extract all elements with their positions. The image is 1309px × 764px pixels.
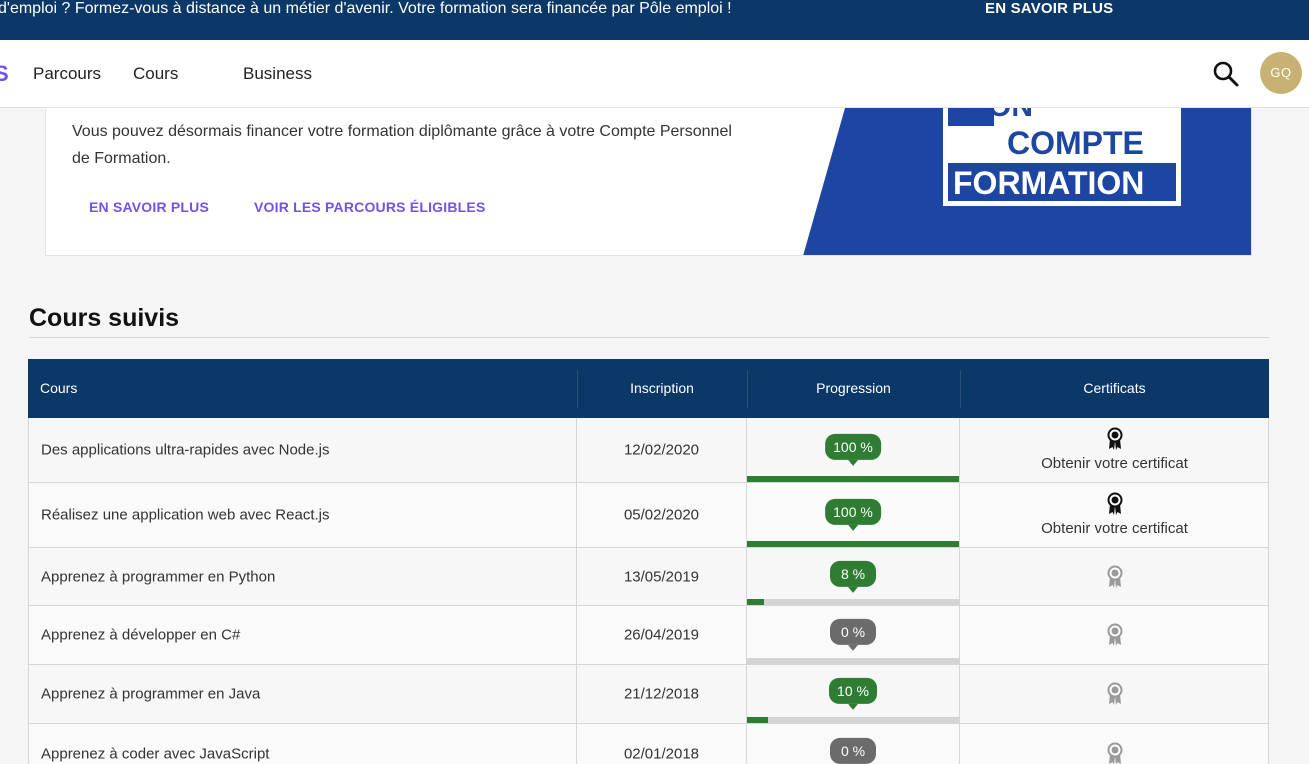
nav-link-cours[interactable]: Cours <box>133 64 178 84</box>
progress-badge: 100 % <box>825 433 881 466</box>
course-title[interactable]: Apprenez à programmer en Java <box>41 686 260 703</box>
cpf-eligible-link[interactable]: VOIR LES PARCOURS ÉLIGIBLES <box>254 199 486 215</box>
cpf-more-link[interactable]: EN SAVOIR PLUS <box>89 199 209 215</box>
progress-cell: 10 % <box>747 665 960 723</box>
course-title[interactable]: Des applications ultra-rapides avec Node… <box>41 442 329 459</box>
progress-badge: 100 % <box>825 498 881 531</box>
section-divider <box>29 337 1269 338</box>
certificate-cell <box>960 548 1269 605</box>
logo-text-mon: MON <box>963 108 1033 123</box>
header-inscription: Inscription <box>630 380 694 396</box>
table-row[interactable]: Apprenez à développer en C# 26/04/2019 0 % <box>28 606 1269 665</box>
cpf-promo-card: Vous pouvez désormais financer votre for… <box>45 108 1252 256</box>
inscription-date: 12/02/2020 <box>623 441 700 459</box>
header-progress: Progression <box>816 380 891 396</box>
section-title: Cours suivis <box>29 304 180 332</box>
award-ribbon-icon <box>1107 565 1122 588</box>
nav-link-business[interactable]: Business <box>243 64 312 84</box>
progress-bar-fill <box>747 599 764 605</box>
course-title-cell[interactable]: Apprenez à développer en C# <box>29 606 577 664</box>
progress-bar <box>747 541 959 547</box>
banner-message: d'emploi ? Formez-vous à distance à un m… <box>0 0 732 17</box>
course-title[interactable]: Réalisez une application web avec React.… <box>41 507 330 524</box>
top-banner: d'emploi ? Formez-vous à distance à un m… <box>0 0 1309 40</box>
progress-cell: 8 % <box>747 548 960 605</box>
progress-badge: 0 % <box>830 618 876 651</box>
progress-bar-fill <box>747 717 769 723</box>
course-title[interactable]: Apprenez à coder avec JavaScript <box>41 745 269 762</box>
award-ribbon-icon <box>1107 682 1122 705</box>
table-body: Des applications ultra-rapides avec Node… <box>28 418 1269 764</box>
courses-table: Cours Inscription Progression Certificat… <box>28 359 1269 764</box>
progress-badge: 8 % <box>830 560 876 593</box>
banner-more-link[interactable]: EN SAVOIR PLUS <box>985 0 1113 18</box>
mon-compte-formation-logo: MON COMPTE FORMATION <box>803 108 1251 255</box>
header-certificates: Certificats <box>1083 380 1146 396</box>
award-ribbon-icon[interactable] <box>1106 492 1124 516</box>
inscription-date: 21/12/2018 <box>623 685 700 703</box>
progress-bar-fill <box>747 541 959 547</box>
course-title-cell[interactable]: Réalisez une application web avec React.… <box>29 483 577 547</box>
course-title-cell[interactable]: Des applications ultra-rapides avec Node… <box>29 418 577 482</box>
certificate-cell <box>960 724 1269 764</box>
award-ribbon-icon[interactable] <box>1106 427 1124 451</box>
get-certificate-link[interactable]: Obtenir votre certificat <box>960 455 1269 472</box>
progress-bar <box>747 717 959 723</box>
table-header: Cours Inscription Progression Certificat… <box>28 359 1269 418</box>
cpf-description: Vous pouvez désormais financer votre for… <box>72 123 732 167</box>
progress-badge: 0 % <box>830 737 876 764</box>
progress-cell: 0 % <box>747 724 960 764</box>
inscription-date-cell: 05/02/2020 <box>577 483 747 547</box>
header-course: Cours <box>40 380 78 396</box>
award-ribbon-icon <box>1107 623 1122 646</box>
inscription-date-cell: 13/05/2019 <box>577 548 747 605</box>
course-title-cell[interactable]: Apprenez à programmer en Python <box>29 548 577 605</box>
inscription-date-cell: 21/12/2018 <box>577 665 747 723</box>
user-avatar[interactable]: GQ <box>1260 52 1302 94</box>
course-title-cell[interactable]: Apprenez à coder avec JavaScript <box>29 724 577 764</box>
search-icon[interactable] <box>1211 59 1241 89</box>
table-row[interactable]: Réalisez une application web avec React.… <box>28 483 1269 548</box>
table-row[interactable]: Apprenez à programmer en Python 13/05/201… <box>28 548 1269 606</box>
progress-cell: 100 % <box>747 483 960 547</box>
logo-text-formation: FORMATION <box>953 165 1144 201</box>
inscription-date: 02/01/2018 <box>623 745 700 762</box>
inscription-date-cell: 26/04/2019 <box>577 606 747 664</box>
certificate-cell <box>960 665 1269 723</box>
get-certificate-link[interactable]: Obtenir votre certificat <box>960 520 1269 537</box>
progress-bar <box>747 658 959 664</box>
course-title[interactable]: Apprenez à programmer en Python <box>41 568 275 585</box>
award-ribbon-icon <box>1107 742 1122 764</box>
certificate-cell <box>960 606 1269 664</box>
progress-bar <box>747 599 959 605</box>
table-row[interactable]: Apprenez à programmer en Java 21/12/2018 1… <box>28 665 1269 724</box>
course-title-cell[interactable]: Apprenez à programmer en Java <box>29 665 577 723</box>
inscription-date-cell: 02/01/2018 <box>577 724 747 764</box>
certificate-cell[interactable]: Obtenir votre certificat <box>960 418 1269 482</box>
main-navbar: S Parcours Cours Business GQ <box>0 40 1309 108</box>
logo-text-compte: COMPTE <box>1007 125 1144 161</box>
certificate-cell[interactable]: Obtenir votre certificat <box>960 483 1269 547</box>
progress-bar-fill <box>747 476 959 482</box>
progress-bar <box>747 476 959 482</box>
table-row[interactable]: Apprenez à coder avec JavaScript 02/01/20… <box>28 724 1269 764</box>
inscription-date: 26/04/2019 <box>623 626 700 644</box>
progress-badge: 10 % <box>829 677 877 710</box>
course-title[interactable]: Apprenez à développer en C# <box>41 627 240 644</box>
table-row[interactable]: Des applications ultra-rapides avec Node… <box>28 418 1269 483</box>
inscription-date: 05/02/2020 <box>623 506 700 524</box>
logo-fragment[interactable]: S <box>0 63 9 85</box>
progress-cell: 0 % <box>747 606 960 664</box>
inscription-date-cell: 12/02/2020 <box>577 418 747 482</box>
progress-cell: 100 % <box>747 418 960 482</box>
nav-link-parcours[interactable]: Parcours <box>33 64 101 84</box>
inscription-date: 13/05/2019 <box>623 568 700 585</box>
